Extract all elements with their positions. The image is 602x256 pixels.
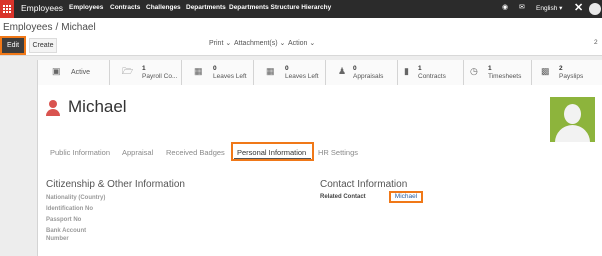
top-navbar: Employees Employees Contracts Challenges… [0,0,602,18]
print-label: Print [209,40,224,47]
smart-button-appraisals[interactable]: ♟ 0 Appraisals [326,60,398,85]
tab-public-information[interactable]: Public Information [50,148,110,157]
breadcrumb-separator: / [55,22,59,33]
related-contact-link[interactable]: Michael [389,191,423,203]
control-panel: Employees / Michael Edit Create Print ⌄ At… [0,18,602,56]
field-label-bank-account: Bank Account [46,228,87,234]
tab-highlight-box [231,142,314,161]
field-label-nationality: Nationality (Country) [46,195,106,201]
app-brand[interactable]: Employees [21,3,63,13]
smart-button-label: Contracts [418,73,446,80]
nav-menu-challenges[interactable]: Challenges [146,4,181,11]
smart-button-bar: ▣ Active 🗁 1 Payroll Co... ▦ 0 Leaves Le… [38,60,602,85]
citizenship-section-title: Citizenship & Other Information [46,179,185,190]
employee-name: Michael [68,97,127,116]
clock-icon: ◷ [470,66,478,76]
smart-button-payroll[interactable]: 🗁 1 Payroll Co... [110,60,182,85]
breadcrumb-current: Michael [61,22,96,33]
smart-button-count: 1 [488,65,492,72]
smart-button-count: 1 [418,65,422,72]
smart-button-label: Payroll Co... [142,73,178,80]
book-icon: ▮ [404,66,409,76]
smart-button-count: 0 [213,65,217,72]
contact-section-title: Contact Information [320,179,408,190]
chat-icon[interactable]: ✉ [519,3,525,11]
field-label-bank-account-number: Number [46,236,69,242]
smart-button-label: Active [71,69,91,76]
language-label: English [536,5,558,12]
employee-photo[interactable] [550,97,595,142]
smart-button-count: 0 [353,65,357,72]
close-icon[interactable]: ✕ [574,1,583,14]
apps-menu-icon[interactable] [0,0,14,18]
users-icon: ♟ [338,66,347,76]
notebook-tabs: Public Information Appraisal Received Ba… [38,146,602,166]
smart-button-active[interactable]: ▣ Active [38,60,110,85]
user-avatar[interactable] [589,3,601,15]
smart-button-count: 1 [142,65,146,72]
nav-menu-departments[interactable]: Departments [186,4,226,11]
smart-button-label: Payslips [559,73,584,80]
smart-button-count: 2 [559,65,563,72]
smart-button-label: Leaves Left [285,73,319,80]
field-label-identification: Identification No [46,206,93,212]
edit-button[interactable]: Edit [0,36,26,55]
field-label-passport: Passport No [46,217,82,223]
nav-menu-contracts[interactable]: Contracts [110,4,140,11]
language-selector[interactable]: English ▾ [536,4,562,12]
calendar-icon: ▦ [266,66,275,76]
smart-button-leaves-left-2[interactable]: ▦ 0 Leaves Left [254,60,326,85]
field-label-related-contact: Related Contact [320,194,366,200]
action-label: Action [288,40,308,47]
smart-button-leaves-left-1[interactable]: ▦ 0 Leaves Left [182,60,254,85]
archive-icon: ▣ [52,66,61,76]
tab-hr-settings[interactable]: HR Settings [318,148,358,157]
smart-button-label: Appraisals [353,73,384,80]
action-dropdown[interactable]: Action ⌄ [288,39,315,47]
attachments-dropdown[interactable]: Attachment(s) ⌄ [234,39,285,47]
print-dropdown[interactable]: Print ⌄ [209,39,231,47]
tab-received-badges[interactable]: Received Badges [166,148,225,157]
nav-menu-structure-hierarchy[interactable]: Departments Structure Hierarchy [229,4,331,11]
smart-button-count: 0 [285,65,289,72]
bug-icon[interactable]: ◉ [502,3,508,11]
attachments-label: Attachment(s) [234,40,278,47]
breadcrumb: Employees / Michael [3,22,96,33]
pager-value[interactable]: 2 [594,39,598,46]
nav-menu-employees[interactable]: Employees [69,4,103,11]
smart-button-payslips[interactable]: ▩ 2 Payslips [532,60,602,85]
tab-appraisal[interactable]: Appraisal [122,148,153,157]
smart-button-label: Leaves Left [213,73,247,80]
breadcrumb-parent[interactable]: Employees [3,22,52,33]
smart-button-timesheets[interactable]: ◷ 1 Timesheets [464,60,532,85]
smart-button-label: Timesheets [488,73,522,80]
money-icon: ▩ [541,66,550,76]
folder-icon: 🗁 [122,66,134,76]
smart-button-contracts[interactable]: ▮ 1 Contracts [398,60,464,85]
calendar-icon: ▦ [194,66,203,76]
create-button[interactable]: Create [29,38,57,53]
person-icon [46,100,60,116]
form-sheet: ▣ Active 🗁 1 Payroll Co... ▦ 0 Leaves Le… [37,60,602,256]
